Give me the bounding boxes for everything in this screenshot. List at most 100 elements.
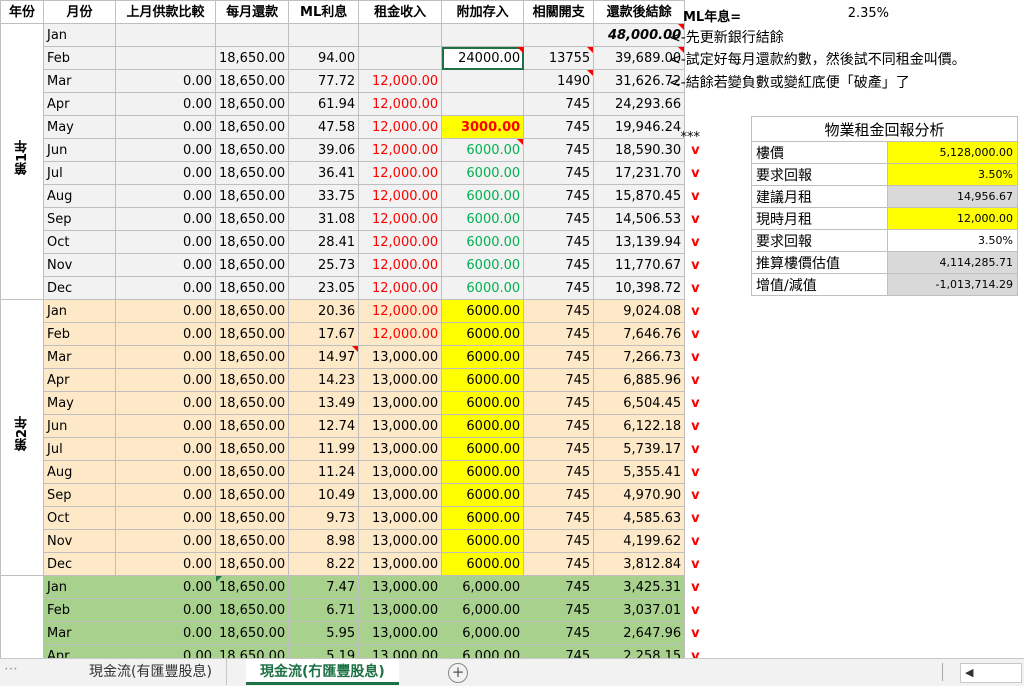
prev-cell[interactable]: 0.00 <box>115 207 216 231</box>
month-cell[interactable]: Jan <box>43 299 116 323</box>
rent-cell[interactable]: 13,000.00 <box>358 621 443 645</box>
month-cell[interactable]: Nov <box>43 253 116 277</box>
expense-cell[interactable] <box>523 23 595 47</box>
repay-cell[interactable]: 18,650.00 <box>214 460 290 484</box>
analysis-value[interactable]: 14,956.67 <box>887 185 1018 208</box>
rent-cell[interactable]: 12,000.00 <box>358 322 443 346</box>
interest-cell[interactable] <box>288 23 360 47</box>
expense-cell[interactable]: 745 <box>523 575 595 599</box>
balance-cell[interactable]: 7,646.76 <box>593 322 686 346</box>
prev-cell[interactable]: 0.00 <box>115 437 216 461</box>
month-cell[interactable]: Sep <box>43 207 116 231</box>
year-label[interactable] <box>0 575 44 658</box>
month-cell[interactable]: Oct <box>43 506 116 530</box>
interest-cell[interactable]: 14.23 <box>288 368 360 392</box>
rent-cell[interactable]: 12,000.00 <box>358 299 443 323</box>
month-cell[interactable]: Sep <box>43 483 116 507</box>
interest-cell[interactable]: 20.36 <box>288 299 360 323</box>
deposit-cell[interactable]: 6000.00 <box>441 253 525 277</box>
deposit-cell[interactable]: 24000.00 <box>441 46 525 70</box>
prev-cell[interactable]: 0.00 <box>115 161 216 185</box>
balance-cell[interactable]: 24,293.66 <box>593 92 686 116</box>
prev-cell[interactable]: 0.00 <box>115 391 216 415</box>
prev-cell[interactable]: 0.00 <box>115 621 216 645</box>
balance-cell[interactable]: 5,355.41 <box>593 460 686 484</box>
rent-cell[interactable]: 13,000.00 <box>358 345 443 369</box>
month-cell[interactable]: Feb <box>43 322 116 346</box>
year-label[interactable]: 第2年 <box>0 299 44 576</box>
month-cell[interactable]: Aug <box>43 460 116 484</box>
prev-cell[interactable]: 0.00 <box>115 368 216 392</box>
month-cell[interactable]: Mar <box>43 345 116 369</box>
tab-cashflow-no-dividend[interactable]: 現金流(冇匯豐股息) <box>246 659 399 685</box>
expense-cell[interactable]: 745 <box>523 552 595 576</box>
interest-cell[interactable]: 8.22 <box>288 552 360 576</box>
analysis-value[interactable]: 12,000.00 <box>887 207 1018 230</box>
deposit-cell[interactable]: 6000.00 <box>441 161 525 185</box>
interest-cell[interactable]: 6.71 <box>288 598 360 622</box>
rent-cell[interactable]: 13,000.00 <box>358 368 443 392</box>
analysis-value[interactable]: 5,128,000.00 <box>887 141 1018 164</box>
interest-cell[interactable]: 13.49 <box>288 391 360 415</box>
deposit-cell[interactable] <box>441 23 525 47</box>
repay-cell[interactable]: 18,650.00 <box>214 529 290 553</box>
balance-cell[interactable]: 4,585.63 <box>593 506 686 530</box>
prev-cell[interactable]: 0.00 <box>115 299 216 323</box>
deposit-cell[interactable] <box>441 69 525 93</box>
expense-cell[interactable]: 745 <box>523 138 595 162</box>
month-cell[interactable]: Nov <box>43 529 116 553</box>
expense-cell[interactable]: 745 <box>523 322 595 346</box>
deposit-cell[interactable]: 6000.00 <box>441 276 525 300</box>
prev-cell[interactable]: 0.00 <box>115 506 216 530</box>
expense-cell[interactable]: 745 <box>523 345 595 369</box>
deposit-cell[interactable]: 6000.00 <box>441 345 525 369</box>
prev-cell[interactable]: 0.00 <box>115 644 216 658</box>
repay-cell[interactable]: 18,650.00 <box>214 345 290 369</box>
interest-cell[interactable]: 9.73 <box>288 506 360 530</box>
month-cell[interactable]: Dec <box>43 552 116 576</box>
prev-cell[interactable]: 0.00 <box>115 115 216 139</box>
month-cell[interactable]: Jun <box>43 414 116 438</box>
expense-cell[interactable]: 1490 <box>523 69 595 93</box>
interest-cell[interactable]: 94.00 <box>288 46 360 70</box>
rent-cell[interactable]: 13,000.00 <box>358 529 443 553</box>
balance-cell[interactable]: 9,024.08 <box>593 299 686 323</box>
repay-cell[interactable]: 18,650.00 <box>214 322 290 346</box>
interest-cell[interactable]: 14.97 <box>288 345 360 369</box>
spreadsheet-grid[interactable]: 年份 月份 上月供款比較 每月還款 ML利息 租金收入 附加存入 相關開支 還款後結餘 第1年 J… <box>0 0 1024 658</box>
rent-cell[interactable]: 12,000.00 <box>358 276 443 300</box>
rent-cell[interactable]: 12,000.00 <box>358 115 443 139</box>
year-label[interactable]: 第1年 <box>0 23 44 300</box>
deposit-cell[interactable]: 6000.00 <box>441 414 525 438</box>
repay-cell[interactable]: 18,650.00 <box>214 161 290 185</box>
column-header[interactable]: 附加存入 <box>441 0 525 24</box>
column-header[interactable]: 月份 <box>43 0 116 24</box>
column-header[interactable]: 每月還款 <box>214 0 290 24</box>
month-cell[interactable]: Oct <box>43 230 116 254</box>
prev-cell[interactable]: 0.00 <box>115 230 216 254</box>
rent-cell[interactable]: 12,000.00 <box>358 69 443 93</box>
interest-cell[interactable]: 61.94 <box>288 92 360 116</box>
prev-cell[interactable]: 0.00 <box>115 598 216 622</box>
repay-cell[interactable]: 18,650.00 <box>214 207 290 231</box>
repay-cell[interactable]: 18,650.00 <box>214 575 290 599</box>
rent-cell[interactable]: 13,000.00 <box>358 414 443 438</box>
repay-cell[interactable]: 18,650.00 <box>214 299 290 323</box>
rent-cell[interactable]: 13,000.00 <box>358 575 443 599</box>
balance-cell[interactable]: 4,970.90 <box>593 483 686 507</box>
expense-cell[interactable]: 745 <box>523 161 595 185</box>
more-tabs-icon[interactable]: ⋯ <box>4 661 18 677</box>
repay-cell[interactable]: 18,650.00 <box>214 69 290 93</box>
repay-cell[interactable]: 18,650.00 <box>214 138 290 162</box>
prev-cell[interactable]: 0.00 <box>115 529 216 553</box>
prev-cell[interactable]: 0.00 <box>115 184 216 208</box>
rent-cell[interactable]: 12,000.00 <box>358 138 443 162</box>
ml-rate[interactable]: ML年息= 2.35% <box>677 4 889 26</box>
prev-cell[interactable] <box>115 23 216 47</box>
interest-cell[interactable]: 7.47 <box>288 575 360 599</box>
prev-cell[interactable]: 0.00 <box>115 92 216 116</box>
prev-cell[interactable]: 0.00 <box>115 414 216 438</box>
interest-cell[interactable]: 11.99 <box>288 437 360 461</box>
interest-cell[interactable]: 28.41 <box>288 230 360 254</box>
rent-cell[interactable]: 12,000.00 <box>358 161 443 185</box>
